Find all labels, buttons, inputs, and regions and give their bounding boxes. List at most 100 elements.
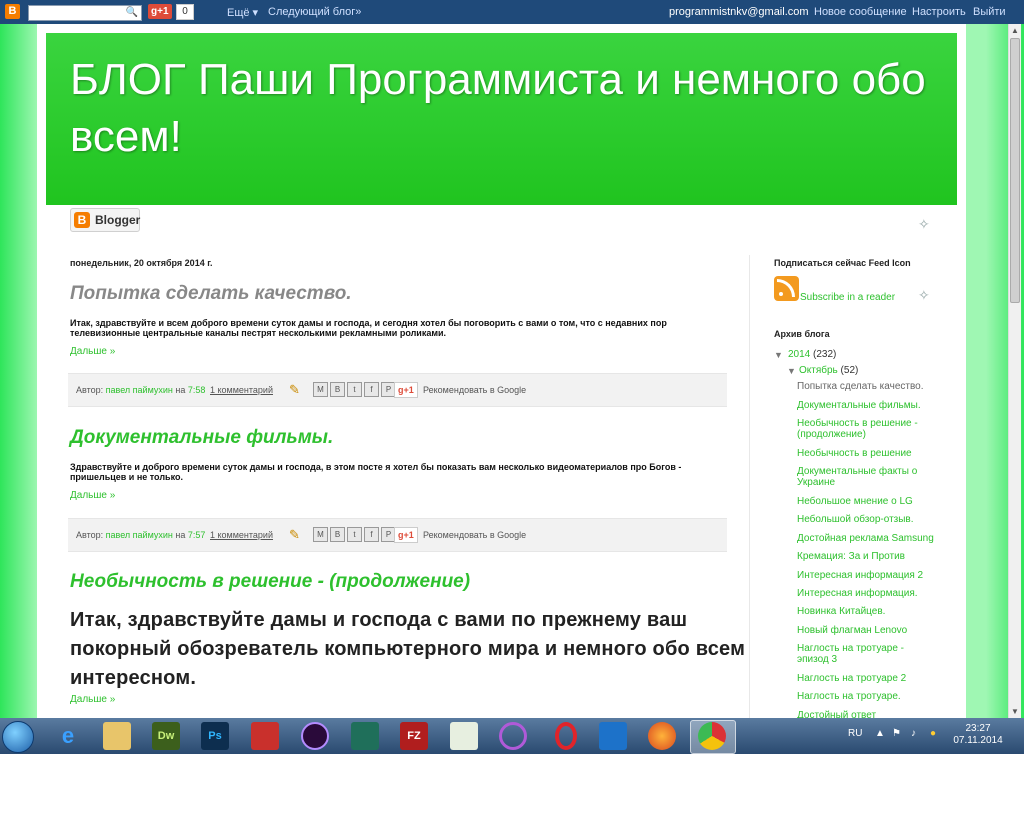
email-share-icon[interactable]: M (313, 527, 328, 542)
logout-link[interactable]: Выйти (973, 6, 1006, 18)
new-post-link[interactable]: Новое сообщение (814, 6, 907, 18)
next-blog-link[interactable]: Следующий блог» (268, 6, 361, 18)
archive-post-link[interactable]: Документальные факты о Украине (797, 466, 922, 488)
firefox-icon[interactable] (648, 722, 676, 750)
post-title[interactable]: Необычность в решение - (продолжение) (70, 571, 470, 593)
edit-tools-icon[interactable]: ✧ (918, 216, 930, 233)
archive-post-link[interactable]: Небольшой обзор-отзыв. (797, 514, 937, 525)
archive-post-link[interactable]: Новинка Китайцев. (797, 606, 937, 617)
author-link[interactable]: павел паймухин (106, 530, 173, 540)
archive-post-link[interactable]: Достойный ответ (797, 710, 937, 718)
gplus-post-button[interactable]: g+1 (394, 527, 418, 543)
scroll-down-icon[interactable]: ▼ (1011, 707, 1019, 716)
search-input[interactable] (29, 6, 127, 20)
action-center-icon[interactable]: ⚑ (892, 728, 901, 739)
archive-heading: Архив блога (774, 329, 830, 339)
blogger-badge[interactable]: B Blogger (70, 208, 140, 232)
tray-expand-icon[interactable]: ▲ (875, 728, 885, 739)
gplus-button[interactable]: g+1 (148, 4, 172, 19)
maxthon-icon[interactable] (599, 722, 627, 750)
archive-post-link[interactable]: Интересная информация. (797, 588, 937, 599)
sublime-icon[interactable] (351, 722, 379, 750)
archive-post-link[interactable]: Кремация: За и Против (797, 551, 937, 562)
post-title[interactable]: Документальные фильмы. (70, 427, 333, 449)
explorer-icon[interactable] (103, 722, 131, 750)
scroll-thumb[interactable] (1010, 38, 1020, 303)
navbar-search[interactable]: 🔍 (28, 5, 142, 21)
sidebar-separator (749, 255, 750, 718)
opera-icon[interactable] (555, 722, 577, 750)
comments-link[interactable]: 1 комментарий (210, 385, 273, 395)
post-time-link[interactable]: 7:58 (188, 385, 206, 395)
expand-month-icon[interactable]: ▼ (787, 366, 796, 376)
twitter-share-icon[interactable]: t (347, 527, 362, 542)
archive-month-link[interactable]: Октябрь (799, 365, 838, 376)
archive-month[interactable]: Октябрь (52) (799, 365, 858, 376)
system-clock[interactable]: 23:27 07.11.2014 (952, 723, 1004, 747)
facebook-share-icon[interactable]: f (364, 382, 379, 397)
notepad-icon[interactable] (450, 722, 478, 750)
pdf-icon[interactable] (251, 722, 279, 750)
page-scrollbar[interactable]: ▲ ▼ (1008, 24, 1021, 718)
more-menu[interactable]: Ещё ▾ (227, 6, 258, 19)
archive-post-link[interactable]: Наглость на тротуаре 2 (797, 673, 937, 684)
archive-post-link[interactable]: Необычность в решение - (продолжение) (797, 418, 922, 440)
facebook-share-icon[interactable]: f (364, 527, 379, 542)
edit-pencil-icon[interactable]: ✎ (289, 527, 300, 543)
twitter-share-icon[interactable]: t (347, 382, 362, 397)
archive-year-link[interactable]: 2014 (788, 349, 810, 360)
tray-app-icon[interactable]: ● (930, 728, 936, 739)
read-more-link[interactable]: Дальше » (70, 346, 115, 357)
post-footer: Автор: павел паймухин на 7:58 1 коммента… (68, 373, 727, 407)
archive-year[interactable]: 2014 (232) (788, 349, 836, 360)
expand-year-icon[interactable]: ▼ (774, 350, 783, 360)
comments-link[interactable]: 1 комментарий (210, 530, 273, 540)
post-time-link[interactable]: 7:57 (188, 530, 206, 540)
clock-date: 07.11.2014 (953, 735, 1003, 746)
read-more-link[interactable]: Дальше » (70, 490, 115, 501)
edit-pencil-icon[interactable]: ✎ (289, 382, 300, 398)
chrome-icon[interactable] (698, 722, 726, 750)
archive-post-link[interactable]: Необычность в решение (797, 448, 937, 459)
scroll-up-icon[interactable]: ▲ (1011, 26, 1019, 35)
search-icon[interactable]: 🔍 (126, 7, 138, 18)
blogger-logo-icon[interactable]: B (5, 4, 20, 19)
subscribe-link[interactable]: Subscribe in a reader (800, 292, 895, 303)
archive-post-link[interactable]: Документальные фильмы. (797, 400, 937, 411)
blogger-icon: B (74, 212, 90, 228)
post-footer: Автор: павел паймухин на 7:57 1 коммента… (68, 518, 727, 552)
blogger-navbar: B 🔍 g+1 0 Ещё ▾ Следующий блог» programm… (0, 0, 1024, 24)
archive-post-link[interactable]: Наглость на тротуаре. (797, 691, 937, 702)
rss-feed-icon[interactable] (774, 276, 799, 301)
edit-tools-icon[interactable]: ✧ (918, 287, 930, 304)
start-button[interactable] (2, 721, 34, 753)
app-ring-icon[interactable] (499, 722, 527, 750)
archive-post-link[interactable]: Небольшое мнение о LG (797, 496, 937, 507)
photoshop-icon[interactable]: Ps (201, 722, 229, 750)
blog-title[interactable]: БЛОГ Паши Программиста и немного обо все… (70, 51, 940, 165)
read-more-link[interactable]: Дальше » (70, 694, 115, 705)
gplus-post-button[interactable]: g+1 (394, 382, 418, 398)
post-title[interactable]: Попытка сделать качество. (70, 283, 352, 305)
filezilla-icon[interactable]: FZ (400, 722, 428, 750)
subscribe-heading: Подписаться сейчас Feed Icon (774, 258, 911, 268)
archive-post-link[interactable]: Достойная реклама Samsung (797, 533, 937, 544)
author-link[interactable]: павел паймухин (106, 385, 173, 395)
blog-share-icon[interactable]: B (330, 527, 345, 542)
language-indicator[interactable]: RU (848, 728, 862, 739)
blog-share-icon[interactable]: B (330, 382, 345, 397)
ie-icon[interactable]: e (54, 722, 82, 750)
author-prefix: Автор: (76, 385, 104, 395)
volume-icon[interactable]: ♪ (911, 728, 916, 739)
windows-taskbar: e Dw Ps FZ RU ▲ ⚑ ♪ ● 23:27 07.11.2014 (0, 718, 1024, 754)
media-icon[interactable] (301, 722, 329, 750)
archive-post-link[interactable]: Новый флагман Lenovo (797, 625, 937, 636)
archive-post-link[interactable]: Интересная информация 2 (797, 570, 937, 581)
dreamweaver-icon[interactable]: Dw (152, 722, 180, 750)
post-body: Здравствуйте и доброго времени суток дам… (70, 462, 682, 482)
share-buttons: M B t f P (313, 382, 398, 397)
email-share-icon[interactable]: M (313, 382, 328, 397)
archive-post-link[interactable]: Наглость на тротуаре - эпизод 3 (797, 643, 922, 665)
archive-post-link[interactable]: Попытка сделать качество. (797, 381, 937, 392)
customize-link[interactable]: Настроить (912, 6, 966, 18)
